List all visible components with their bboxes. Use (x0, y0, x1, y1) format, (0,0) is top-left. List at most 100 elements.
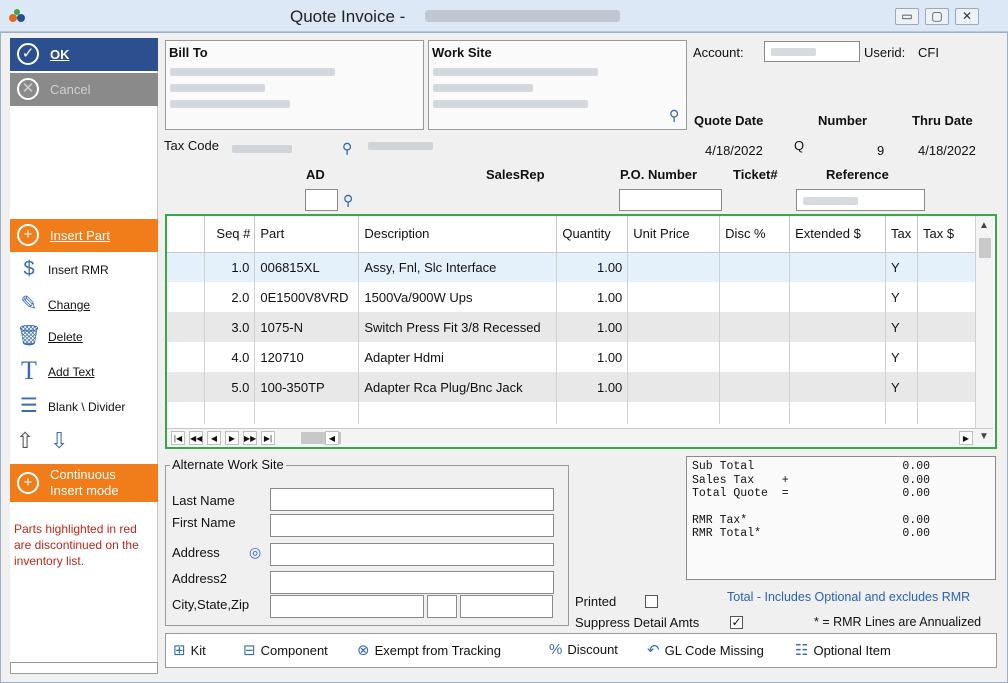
cell-seq[interactable]: 5.0 (204, 372, 256, 402)
empty-cell[interactable] (917, 402, 978, 424)
cell-tax-amt[interactable] (917, 252, 978, 282)
state-input[interactable] (427, 595, 457, 618)
continuous-insert-button[interactable]: + Continuous Insert mode (10, 464, 158, 502)
move-down-icon[interactable]: ⇩ (50, 428, 68, 454)
vertical-scroll-thumb[interactable] (979, 238, 991, 258)
scroll-down-icon[interactable]: ▼ (979, 431, 989, 442)
po-number-input[interactable] (619, 189, 722, 211)
parts-grid[interactable]: Seq # Part Description Quantity Unit Pri… (165, 214, 997, 449)
empty-cell[interactable] (556, 402, 629, 424)
reference-input[interactable] (796, 189, 925, 211)
cell-disc[interactable] (719, 282, 791, 312)
grid-vertical-scrollbar[interactable]: ▲ (975, 216, 993, 428)
cell-tax[interactable]: Y (885, 342, 918, 372)
cell-unit-price[interactable] (627, 342, 721, 372)
empty-cell[interactable] (719, 402, 791, 424)
insert-part-button[interactable]: + Insert Part (10, 219, 158, 252)
grid-horizontal-scrollbar[interactable]: |◀ ◀◀ ◀ ▶ ▶▶ ▶| ◀ ▶ ▼ (167, 428, 993, 447)
ad-search-icon[interactable]: ⚲ (343, 192, 353, 209)
city-input[interactable] (270, 595, 424, 618)
table-row[interactable]: 4.0 120710 Adapter Hdmi 1.00 Y (167, 342, 978, 372)
tax-code-search-icon[interactable]: ⚲ (342, 140, 352, 157)
empty-cell[interactable] (885, 402, 918, 424)
move-up-icon[interactable]: ⇧ (16, 428, 34, 454)
last-record-icon[interactable]: ▶| (261, 431, 275, 445)
col-quantity[interactable]: Quantity (556, 216, 629, 253)
cell-tax-amt[interactable] (917, 342, 978, 372)
cell-tax-amt[interactable] (917, 282, 978, 312)
cell-part[interactable]: 0E1500V8VRD (254, 282, 360, 312)
address2-input[interactable] (270, 571, 554, 594)
cell-description[interactable]: Adapter Rca Plug/Bnc Jack (358, 372, 558, 402)
quote-date-value[interactable]: 4/18/2022 (705, 143, 763, 158)
cell-tax[interactable]: Y (885, 312, 918, 342)
cell-description[interactable]: Switch Press Fit 3/8 Recessed (358, 312, 558, 342)
printed-checkbox[interactable] (645, 595, 658, 608)
cell-unit-price[interactable] (627, 282, 721, 312)
first-name-input[interactable] (270, 514, 554, 537)
cell-part[interactable]: 120710 (254, 342, 360, 372)
col-extended[interactable]: Extended $ (789, 216, 886, 253)
col-tax[interactable]: Tax (885, 216, 918, 253)
empty-cell[interactable] (789, 402, 886, 424)
col-part[interactable]: Part (254, 216, 360, 253)
table-row[interactable]: 2.0 0E1500V8VRD 1500Va/900W Ups 1.00 Y (167, 282, 978, 312)
cell-description[interactable]: 1500Va/900W Ups (358, 282, 558, 312)
cell-quantity[interactable]: 1.00 (556, 252, 629, 282)
next-record-icon[interactable]: ▶ (225, 431, 239, 445)
minimize-button[interactable]: ▭ (895, 8, 919, 25)
cell-part[interactable]: 006815XL (254, 252, 360, 282)
col-description[interactable]: Description (358, 216, 558, 253)
cell-disc[interactable] (719, 372, 791, 402)
scroll-up-icon[interactable]: ▲ (979, 220, 989, 231)
cell-quantity[interactable]: 1.00 (556, 282, 629, 312)
cell-unit-price[interactable] (627, 252, 721, 282)
next-page-icon[interactable]: ▶▶ (243, 431, 257, 445)
cell-seq[interactable]: 3.0 (204, 312, 256, 342)
close-button[interactable]: ✕ (955, 8, 979, 25)
empty-cell[interactable] (627, 402, 721, 424)
cell-extended[interactable] (789, 282, 886, 312)
cell-quantity[interactable]: 1.00 (556, 372, 629, 402)
cell-extended[interactable] (789, 372, 886, 402)
maximize-button[interactable]: ▢ (925, 8, 949, 25)
account-input[interactable] (764, 41, 860, 62)
ok-button[interactable]: ✓ OK (10, 38, 158, 71)
cell-disc[interactable] (719, 252, 791, 282)
cell-description[interactable]: Adapter Hdmi (358, 342, 558, 372)
col-disc[interactable]: Disc % (719, 216, 791, 253)
thru-date-value[interactable]: 4/18/2022 (918, 143, 976, 158)
cell-quantity[interactable]: 1.00 (556, 312, 629, 342)
address-input[interactable] (270, 543, 554, 566)
empty-cell[interactable] (254, 402, 360, 424)
cell-unit-price[interactable] (627, 312, 721, 342)
prev-record-icon[interactable]: ◀ (207, 431, 221, 445)
table-row[interactable]: 5.0 100-350TP Adapter Rca Plug/Bnc Jack 1.0… (167, 372, 978, 402)
cell-description[interactable]: Assy, Fnl, Slc Interface (358, 252, 558, 282)
table-row-empty[interactable] (167, 402, 978, 424)
ad-input[interactable] (305, 189, 338, 211)
cell-seq[interactable]: 2.0 (204, 282, 256, 312)
prev-page-icon[interactable]: ◀◀ (189, 431, 203, 445)
cell-quantity[interactable]: 1.00 (556, 342, 629, 372)
table-row[interactable]: 1.0 006815XL Assy, Fnl, Slc Interface 1.00 Y (167, 252, 978, 282)
empty-cell[interactable] (358, 402, 558, 424)
cell-seq[interactable]: 4.0 (204, 342, 256, 372)
work-site-search-icon[interactable]: ⚲ (669, 107, 679, 124)
cell-part[interactable]: 100-350TP (254, 372, 360, 402)
location-pin-icon[interactable]: ◎ (249, 544, 261, 561)
cell-part[interactable]: 1075-N (254, 312, 360, 342)
cell-tax[interactable]: Y (885, 282, 918, 312)
cell-seq[interactable]: 1.0 (204, 252, 256, 282)
cell-tax[interactable]: Y (885, 372, 918, 402)
cell-tax-amt[interactable] (917, 372, 978, 402)
cancel-button[interactable]: ✕ Cancel (10, 73, 158, 106)
col-seq[interactable]: Seq # (204, 216, 256, 253)
suppress-detail-checkbox[interactable]: ✓ (730, 616, 743, 629)
cell-disc[interactable] (719, 342, 791, 372)
scroll-right-icon[interactable]: ▶ (959, 431, 973, 445)
table-row[interactable]: 3.0 1075-N Switch Press Fit 3/8 Recessed 1.… (167, 312, 978, 342)
scroll-left-icon[interactable]: ◀ (325, 431, 339, 445)
cell-unit-price[interactable] (627, 372, 721, 402)
cell-extended[interactable] (789, 312, 886, 342)
